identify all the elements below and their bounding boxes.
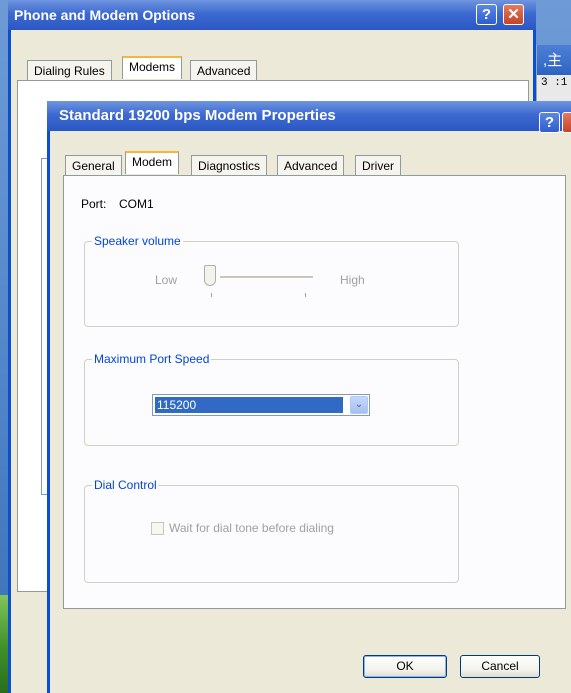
modem-properties-title-bar: Standard 19200 bps Modem Properties bbox=[47, 101, 571, 131]
dial-tone-label: Wait for dial tone before dialing bbox=[169, 521, 334, 535]
modem-properties-title: Standard 19200 bps Modem Properties bbox=[59, 107, 336, 124]
cancel-button[interactable]: Cancel bbox=[460, 655, 540, 678]
inner-help-icon[interactable]: ? bbox=[539, 112, 560, 133]
tab-advanced[interactable]: Advanced bbox=[190, 60, 258, 80]
background-window-text: 3 :1 bbox=[541, 77, 568, 89]
tab-general[interactable]: General bbox=[65, 155, 122, 175]
dial-control-label: Dial Control bbox=[92, 478, 159, 492]
tab-modem[interactable]: Modem bbox=[125, 151, 180, 174]
port-value: COM1 bbox=[119, 197, 154, 211]
phone-modem-title: Phone and Modem Options bbox=[14, 7, 196, 23]
background-window-title: ,主 bbox=[537, 45, 571, 75]
inner-close-icon[interactable] bbox=[562, 112, 571, 133]
port-speed-label: Maximum Port Speed bbox=[92, 352, 212, 366]
tab-driver[interactable]: Driver bbox=[355, 155, 401, 175]
speaker-volume-track bbox=[220, 276, 313, 279]
tab-inner-advanced[interactable]: Advanced bbox=[277, 155, 345, 175]
phone-modem-title-bar: Phone and Modem Options bbox=[8, 0, 536, 30]
help-icon[interactable]: ? bbox=[476, 4, 497, 25]
port-speed-select[interactable]: 115200 ⌄ bbox=[152, 394, 370, 416]
speaker-low-label: Low bbox=[155, 273, 178, 287]
close-icon[interactable]: ✕ bbox=[503, 4, 524, 25]
tab-diagnostics[interactable]: Diagnostics bbox=[191, 155, 268, 175]
chevron-down-icon[interactable]: ⌄ bbox=[350, 396, 368, 414]
speaker-volume-label: Speaker volume bbox=[92, 234, 183, 248]
tab-modems[interactable]: Modems bbox=[122, 56, 183, 79]
dial-tone-checkbox[interactable] bbox=[151, 522, 164, 535]
speaker-volume-slider[interactable] bbox=[204, 265, 216, 286]
ok-button[interactable]: OK bbox=[363, 655, 447, 678]
port-speed-value: 115200 bbox=[155, 397, 343, 413]
background-window: ,主 3 :1 bbox=[536, 45, 571, 105]
port-label: Port: bbox=[81, 197, 107, 211]
speaker-volume-group bbox=[84, 241, 459, 327]
tab-dialing-rules[interactable]: Dialing Rules bbox=[27, 60, 112, 80]
slider-tick bbox=[211, 293, 212, 297]
slider-tick bbox=[305, 293, 306, 297]
speaker-high-label: High bbox=[340, 273, 365, 287]
